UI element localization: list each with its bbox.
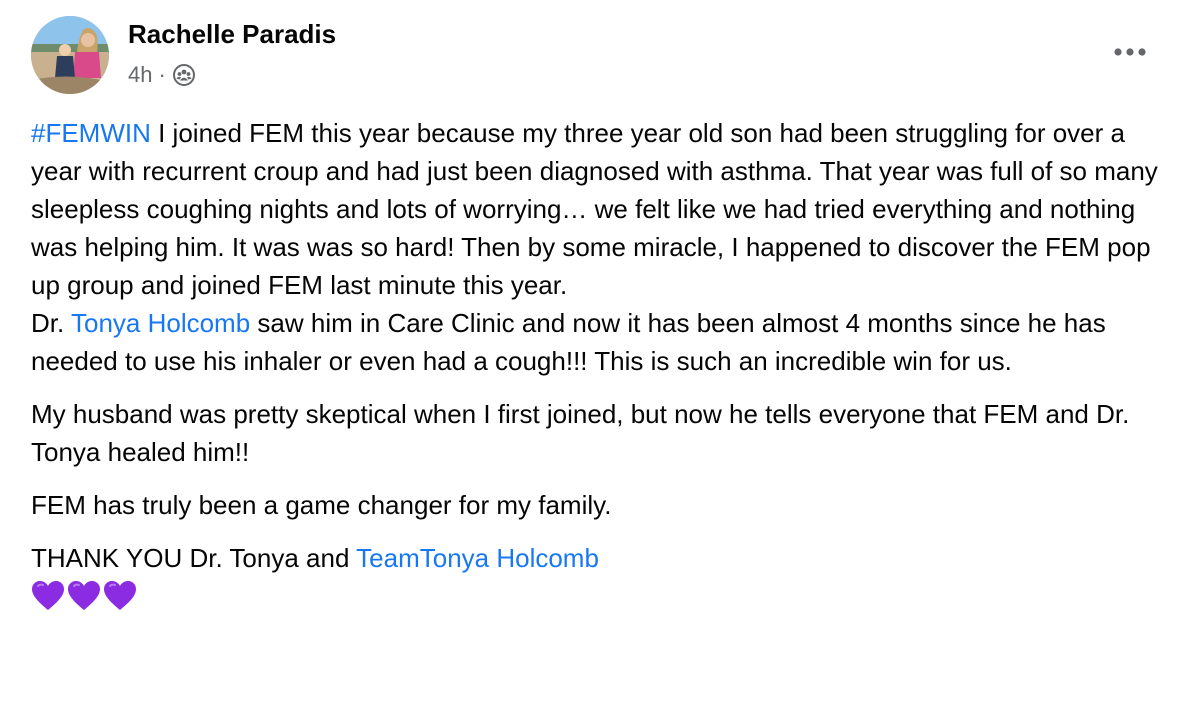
paragraph-1-text: I joined FEM this year because my three … [31,118,1158,300]
post-paragraph-4: THANK YOU Dr. Tonya and TeamTonya Holcom… [31,539,1171,577]
avatar[interactable] [31,16,109,94]
purple-heart-icon [32,581,64,610]
more-options-button[interactable] [1108,34,1152,70]
author-name[interactable]: Rachelle Paradis [128,19,336,50]
post-paragraph-1: #FEMWIN I joined FEM this year because m… [31,114,1171,304]
mention-link-teamtonya-holcomb[interactable]: TeamTonya Holcomb [356,543,599,573]
post-meta: 4h · [128,62,195,88]
emoji-row [31,577,1171,615]
post-time[interactable]: 4h [128,62,152,88]
purple-heart-icon [104,581,136,610]
avatar-photo [31,16,109,94]
hashtag-link[interactable]: #FEMWIN [31,118,151,148]
post-body: #FEMWIN I joined FEM this year because m… [31,114,1171,615]
post-paragraph-3: FEM has truly been a game changer for my… [31,490,612,520]
paragraph-1b-prefix: Dr. [31,308,71,338]
group-audience-icon[interactable] [172,64,195,86]
post-paragraph-1b: Dr. Tonya Holcomb saw him in Care Clinic… [31,304,1171,380]
post-paragraph-2: My husband was pretty skeptical when I f… [31,399,1130,467]
paragraph-4-prefix: THANK YOU Dr. Tonya and [31,543,357,573]
post-card: Rachelle Paradis 4h · #FEMWIN I joined F… [0,0,1196,708]
mention-link-tonya-holcomb[interactable]: Tonya Holcomb [71,308,250,338]
more-options-icon [1114,48,1146,56]
meta-separator: · [158,62,166,87]
purple-heart-icon [68,581,100,610]
